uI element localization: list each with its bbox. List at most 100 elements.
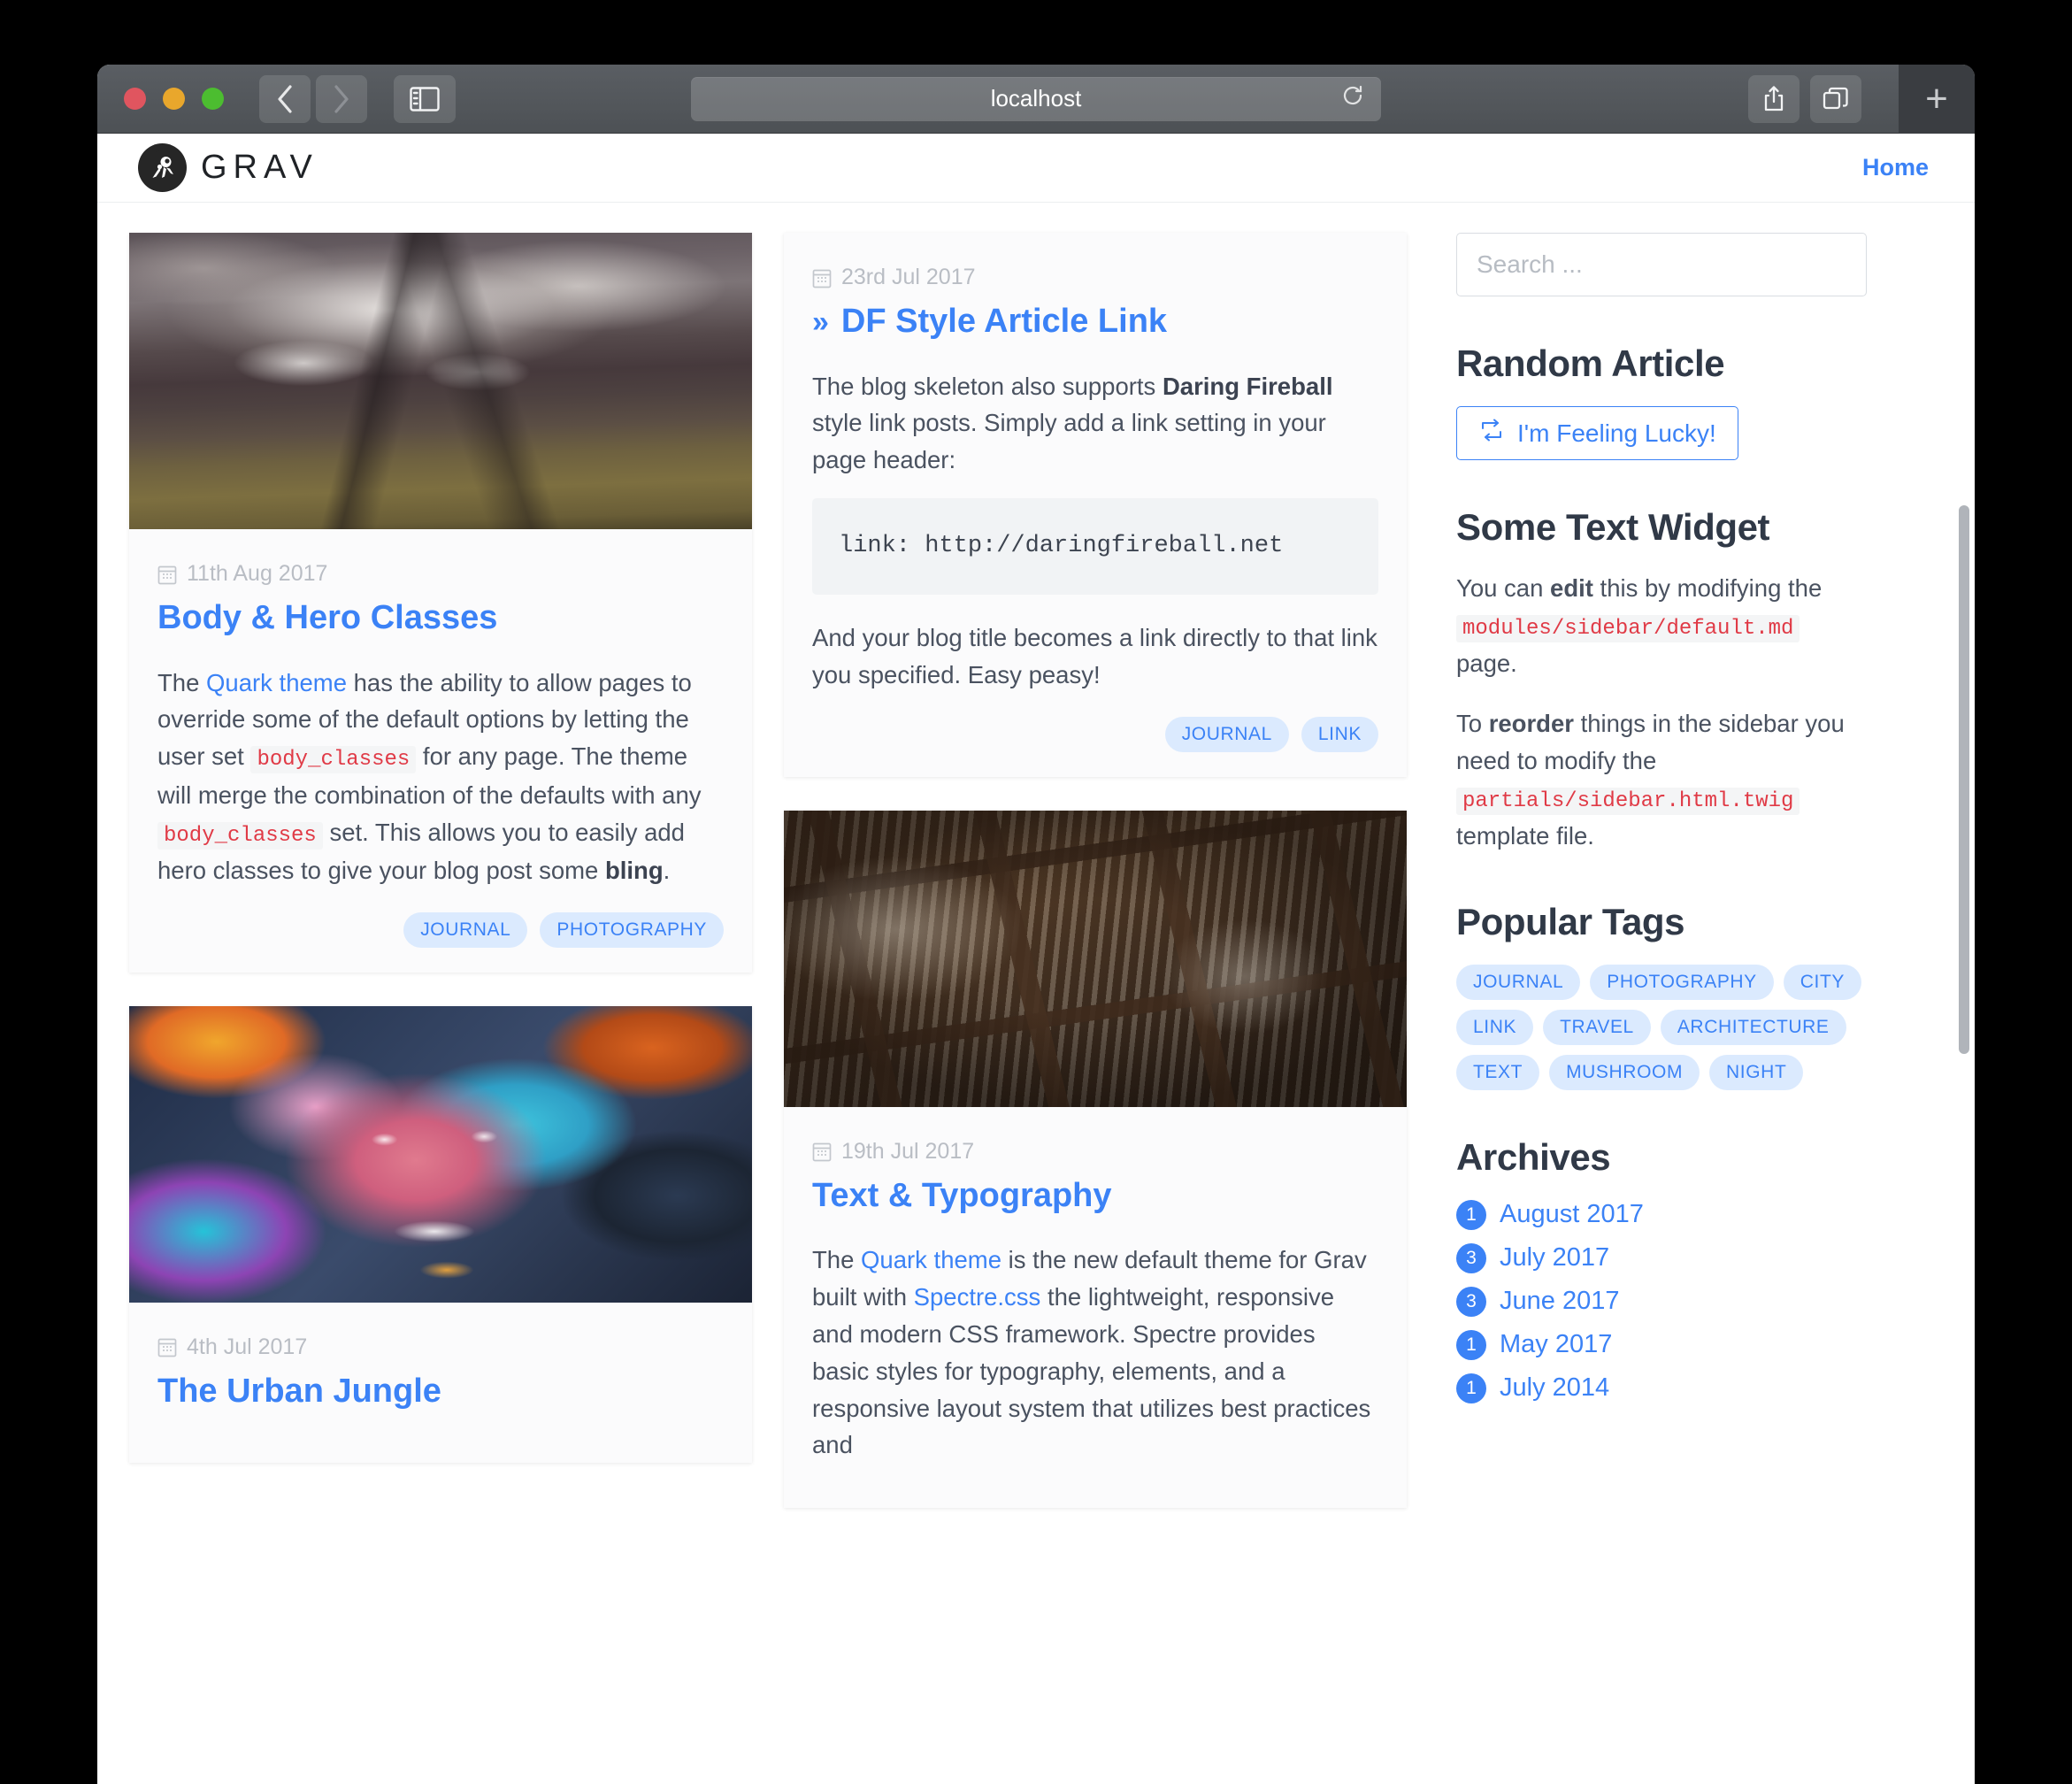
chevron-right-icon — [332, 84, 351, 114]
forward-button[interactable] — [316, 75, 367, 123]
page-scrollbar[interactable] — [1959, 505, 1969, 1054]
archive-item[interactable]: 3 July 2017 — [1456, 1243, 1867, 1273]
widget-bold-edit: edit — [1550, 574, 1593, 602]
feeling-lucky-label: I'm Feeling Lucky! — [1517, 419, 1716, 448]
share-button[interactable] — [1748, 75, 1800, 123]
post-card-df-style-article-link[interactable]: 23rd Jul 2017 » DF Style Article Link Th… — [784, 233, 1407, 777]
widget-text-6: template file. — [1456, 822, 1594, 850]
brand-name: GRAV — [201, 149, 318, 187]
post-card-body-hero-classes[interactable]: 11th Aug 2017 Body & Hero Classes The Qu… — [129, 233, 752, 973]
link-spectre-css[interactable]: Spectre.css — [914, 1283, 1041, 1311]
excerpt-bold-bling: bling — [605, 857, 664, 884]
tab-overview-button[interactable] — [1810, 75, 1861, 123]
post-date: 23rd Jul 2017 — [812, 265, 1378, 290]
browser-titlebar: localhost + — [97, 65, 1975, 134]
link-quark-theme[interactable]: Quark theme — [206, 669, 347, 696]
popular-tag-architecture[interactable]: ARCHITECTURE — [1661, 1010, 1846, 1045]
popular-tag-text[interactable]: TEXT — [1456, 1055, 1539, 1090]
post-date: 19th Jul 2017 — [812, 1139, 1378, 1165]
widget-text-1: You can — [1456, 574, 1550, 602]
popular-tag-city[interactable]: CITY — [1784, 965, 1861, 1000]
browser-navigation — [259, 75, 367, 123]
archive-item[interactable]: 1 July 2014 — [1456, 1373, 1867, 1403]
astronaut-icon — [145, 150, 180, 186]
code-modules-sidebar-default: modules/sidebar/default.md — [1456, 615, 1800, 642]
popular-tag-photography[interactable]: PHOTOGRAPHY — [1590, 965, 1774, 1000]
tag-photography[interactable]: PHOTOGRAPHY — [540, 912, 724, 948]
widget-title-some-text: Some Text Widget — [1456, 506, 1867, 549]
archive-count-badge: 1 — [1456, 1200, 1486, 1230]
post-excerpt: The Quark theme is the new default theme… — [812, 1242, 1378, 1464]
window-controls — [124, 88, 224, 110]
widget-title-popular-tags: Popular Tags — [1456, 901, 1867, 943]
popular-tag-journal[interactable]: JOURNAL — [1456, 965, 1580, 1000]
post-card-text-typography[interactable]: 19th Jul 2017 Text & Typography The Quar… — [784, 811, 1407, 1508]
widget-popular-tags: Popular Tags JOURNAL PHOTOGRAPHY CITY LI… — [1456, 901, 1867, 1090]
post-title[interactable]: The Urban Jungle — [157, 1373, 724, 1411]
feeling-lucky-button[interactable]: I'm Feeling Lucky! — [1456, 406, 1738, 460]
share-icon — [1762, 85, 1785, 113]
post-excerpt: The blog skeleton also supports Daring F… — [812, 368, 1378, 694]
excerpt-text-1: The blog skeleton also supports — [812, 373, 1163, 400]
popular-tag-cloud: JOURNAL PHOTOGRAPHY CITY LINK TRAVEL ARC… — [1456, 965, 1867, 1090]
archive-link-may-2017[interactable]: May 2017 — [1500, 1330, 1612, 1359]
post-title[interactable]: Text & Typography — [812, 1177, 1378, 1216]
search-input[interactable] — [1456, 233, 1867, 296]
popular-tag-night[interactable]: NIGHT — [1709, 1055, 1803, 1090]
calendar-icon — [157, 1336, 177, 1357]
widget-title-archives: Archives — [1456, 1136, 1867, 1179]
post-card-urban-jungle[interactable]: 4th Jul 2017 The Urban Jungle — [129, 1006, 752, 1463]
archive-item[interactable]: 3 June 2017 — [1456, 1287, 1867, 1317]
link-quark-theme[interactable]: Quark theme — [861, 1246, 1001, 1273]
post-title[interactable]: » DF Style Article Link — [812, 303, 1378, 342]
widget-text-3: page. — [1456, 650, 1517, 677]
post-title[interactable]: Body & Hero Classes — [157, 599, 724, 638]
reload-icon — [1340, 83, 1365, 108]
reload-button[interactable] — [1340, 83, 1365, 114]
post-body: 23rd Jul 2017 » DF Style Article Link Th… — [784, 233, 1407, 777]
archive-item[interactable]: 1 May 2017 — [1456, 1330, 1867, 1360]
tag-journal[interactable]: JOURNAL — [1165, 717, 1289, 752]
archive-link-july-2014[interactable]: July 2014 — [1500, 1373, 1609, 1403]
sidebar: Random Article I'm Feeling Lucky! Some T… — [1407, 233, 1902, 1784]
site-header: GRAV Home — [97, 134, 1975, 203]
tag-journal[interactable]: JOURNAL — [403, 912, 527, 948]
address-bar[interactable]: localhost — [691, 77, 1381, 121]
new-tab-button[interactable]: + — [1899, 65, 1975, 134]
archive-count-badge: 1 — [1456, 1330, 1486, 1360]
popular-tag-mushroom[interactable]: MUSHROOM — [1549, 1055, 1700, 1090]
widget-title-random-article: Random Article — [1456, 342, 1867, 385]
post-body: 19th Jul 2017 Text & Typography The Quar… — [784, 1107, 1407, 1508]
maximize-window-button[interactable] — [202, 88, 224, 110]
popular-tag-link[interactable]: LINK — [1456, 1010, 1533, 1045]
post-date: 11th Aug 2017 — [157, 561, 724, 587]
post-title-text: DF Style Article Link — [841, 303, 1167, 342]
back-button[interactable] — [259, 75, 311, 123]
post-body: 4th Jul 2017 The Urban Jungle — [129, 1303, 752, 1463]
site-brand[interactable]: GRAV — [138, 143, 318, 192]
close-window-button[interactable] — [124, 88, 146, 110]
show-sidebar-button[interactable] — [394, 75, 456, 123]
post-title-text: Body & Hero Classes — [157, 599, 497, 638]
excerpt-bold-daring-fireball: Daring Fireball — [1163, 373, 1333, 400]
retweet-icon — [1478, 419, 1505, 448]
post-tags: JOURNAL LINK — [812, 717, 1378, 752]
new-tab-label: + — [1925, 80, 1948, 119]
popular-tag-travel[interactable]: TRAVEL — [1543, 1010, 1651, 1045]
excerpt-paragraph-2: And your blog title becomes a link direc… — [812, 619, 1378, 694]
post-date-text: 19th Jul 2017 — [841, 1139, 974, 1165]
archive-link-july-2017[interactable]: July 2017 — [1500, 1243, 1609, 1273]
column-middle: 23rd Jul 2017 » DF Style Article Link Th… — [752, 233, 1407, 1784]
minimize-window-button[interactable] — [163, 88, 185, 110]
page-content: 11th Aug 2017 Body & Hero Classes The Qu… — [97, 203, 1975, 1784]
nav-link-home[interactable]: Home — [1862, 154, 1929, 181]
widget-some-text: Some Text Widget You can edit this by mo… — [1456, 506, 1867, 855]
tag-link[interactable]: LINK — [1301, 717, 1378, 752]
code-partials-sidebar-twig: partials/sidebar.html.twig — [1456, 788, 1800, 815]
post-tags: JOURNAL PHOTOGRAPHY — [157, 912, 724, 948]
archive-link-june-2017[interactable]: June 2017 — [1500, 1287, 1619, 1316]
archive-link-august-2017[interactable]: August 2017 — [1500, 1200, 1644, 1229]
archive-item[interactable]: 1 August 2017 — [1456, 1200, 1867, 1230]
calendar-icon — [157, 564, 177, 585]
widget-random-article: Random Article I'm Feeling Lucky! — [1456, 342, 1867, 460]
